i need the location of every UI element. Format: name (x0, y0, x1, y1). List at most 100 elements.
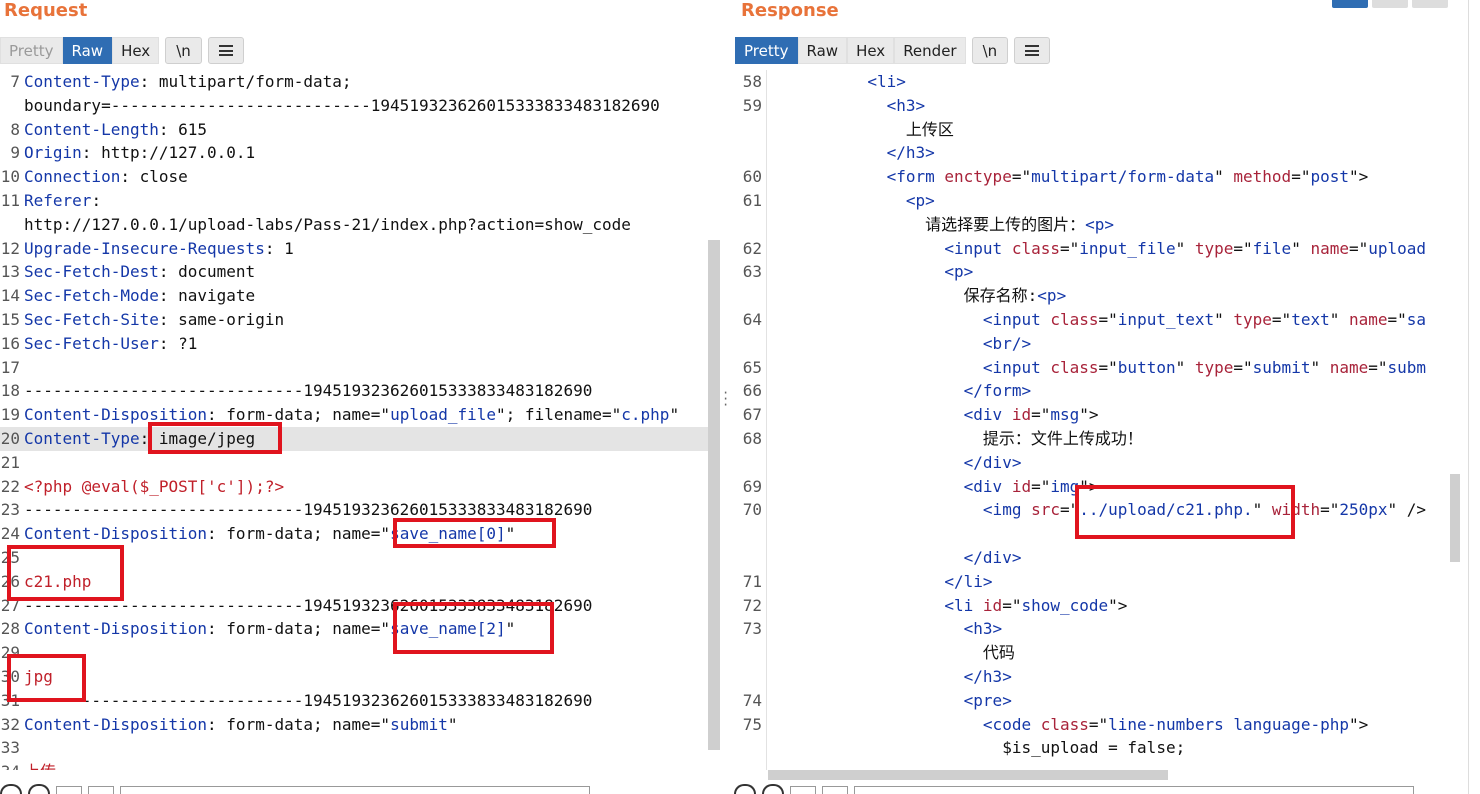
token: "> (1079, 405, 1099, 425)
token: : form-data; name=" (207, 619, 391, 639)
line-number: 75 (742, 714, 762, 734)
line-number: 22 (0, 476, 20, 496)
layout-tabs-button[interactable] (1412, 0, 1448, 8)
response-view-tabs: Pretty Raw Hex Render \n (735, 37, 1051, 64)
line-number: 7 (10, 72, 20, 91)
tab-pretty[interactable]: Pretty (0, 37, 63, 64)
response-hscroll-thumb[interactable] (768, 770, 1168, 780)
line-number: 28 (0, 619, 20, 639)
menu-button[interactable] (1014, 37, 1051, 64)
line-text: <form enctype="multipart/form-data" meth… (762, 165, 1369, 189)
token: enctype (944, 167, 1012, 187)
line-number: 17 (0, 357, 20, 377)
layout-vertical-button[interactable] (1372, 0, 1408, 8)
line-text: <h3> (762, 94, 926, 118)
line-number: 9 (10, 143, 20, 163)
code-line: 29 (0, 641, 708, 665)
request-view-tabs: Pretty Raw Hex \n (0, 37, 244, 64)
prev-icon[interactable] (790, 786, 816, 794)
search-input[interactable] (854, 786, 1414, 794)
token: "; filename=" (496, 405, 622, 425)
help-icon[interactable] (734, 784, 756, 794)
code-line: 19 Content-Disposition: form-data; name="… (0, 403, 708, 427)
tab-newline[interactable]: \n (971, 37, 1009, 64)
code-line: 12 Upgrade-Insecure-Requests: 1 (0, 237, 708, 261)
response-hscrollbar[interactable] (768, 770, 1168, 780)
token: c21.php (24, 571, 92, 591)
line-text: Referer: (20, 189, 101, 213)
token: sa (1406, 309, 1427, 329)
token: upload (1368, 238, 1427, 258)
code-line: 74 <pre> (730, 689, 1450, 713)
response-scroll-thumb[interactable] (1450, 474, 1460, 562)
search-input[interactable] (120, 786, 590, 794)
token: input_file (1079, 238, 1176, 258)
line-number: 27 (0, 595, 20, 615)
tab-raw[interactable]: Raw (62, 37, 113, 64)
code-line: 23 -----------------------------194519323… (0, 498, 708, 522)
token: Content-Type (24, 428, 140, 448)
token: submit (390, 714, 448, 734)
token: <input (944, 238, 1012, 258)
token: =" (1233, 238, 1253, 258)
tab-pretty[interactable]: Pretty (735, 37, 798, 64)
layout-side-by-side-button[interactable] (1332, 0, 1368, 8)
menu-button[interactable] (207, 37, 244, 64)
right-edge-strip (1468, 0, 1480, 794)
token: width (1271, 500, 1321, 520)
token: </div> (963, 547, 1022, 567)
gear-icon[interactable] (762, 784, 784, 794)
token: save_name[2] (390, 619, 506, 639)
line-text: <div id="img"> (762, 475, 1099, 499)
tab-hex[interactable]: Hex (847, 37, 895, 64)
token: input_text (1117, 309, 1215, 329)
token: : form-data; name=" (207, 714, 391, 734)
token: 上传区 (771, 119, 954, 139)
response-scrollbar[interactable] (1450, 474, 1460, 562)
tab-render[interactable]: Render (894, 37, 966, 64)
token: Sec-Fetch-Dest (24, 262, 159, 282)
line-number: 70 (742, 500, 762, 520)
line-text (20, 356, 24, 380)
line-text: <p> (762, 189, 935, 213)
line-text (20, 641, 24, 665)
next-icon[interactable] (88, 786, 114, 794)
token: boundary=---------------------------1945… (24, 95, 660, 115)
tab-newline[interactable]: \n (165, 37, 202, 64)
line-text: Content-Disposition: form-data; name="up… (20, 403, 679, 427)
code-line: </div> (730, 451, 1450, 475)
token: <br/> (982, 333, 1032, 353)
token: <form (886, 167, 945, 187)
response-pane: Response Pretty Raw Hex Render \n 58 <li… (730, 0, 1480, 794)
pane-splitter[interactable]: · · · (722, 387, 729, 411)
line-number (730, 141, 762, 165)
token: name (1310, 238, 1349, 258)
tab-raw[interactable]: Raw (797, 37, 848, 64)
token: " (1310, 357, 1330, 377)
line-text: Sec-Fetch-User: ?1 (20, 332, 197, 356)
help-icon[interactable] (0, 784, 22, 794)
request-editor[interactable]: 7 Content-Type: multipart/form-data; bound… (0, 70, 708, 770)
response-editor[interactable]: 58 <li> 59 <h3> 上传区 </h3> 60 <form enctype… (730, 70, 1450, 770)
line-text: Content-Length: 615 (20, 118, 207, 142)
token: " (1291, 238, 1311, 258)
prev-icon[interactable] (56, 786, 82, 794)
line-text: -----------------------------19451932362… (20, 498, 592, 522)
code-line: 69 <div id="img"> (730, 475, 1450, 499)
line-number: 69 (742, 476, 762, 496)
response-search-bar (734, 780, 1414, 794)
code-line: 请选择要上传的图片：<p> (730, 213, 1450, 237)
request-scrollbar[interactable] (708, 240, 720, 750)
token: =" (1291, 167, 1311, 187)
gear-icon[interactable] (28, 784, 50, 794)
line-number: 11 (0, 190, 20, 210)
token: " (505, 619, 516, 639)
request-scroll-thumb[interactable] (708, 240, 720, 750)
token: : form-data; name=" (207, 405, 391, 425)
tab-hex[interactable]: Hex (112, 37, 160, 64)
next-icon[interactable] (822, 786, 848, 794)
